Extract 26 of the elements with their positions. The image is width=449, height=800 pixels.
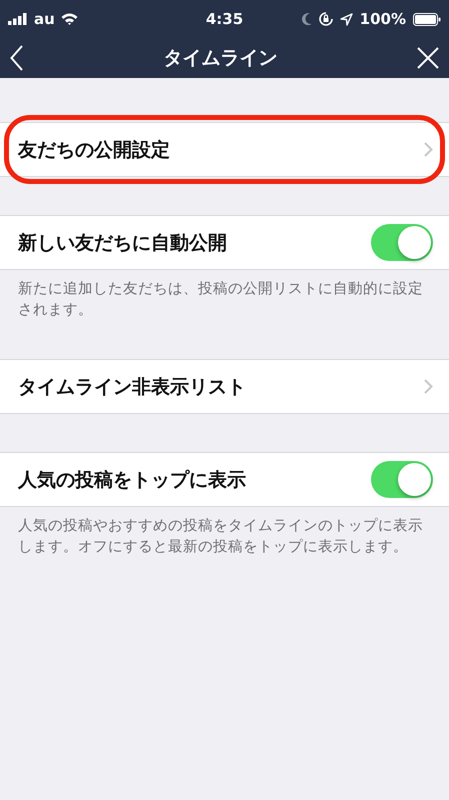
toggle-switch[interactable] [371,224,433,261]
rotation-lock-icon [318,12,333,26]
section-footer: 新たに追加した友だちは、投稿の公開リストに自動的に設定されます。 [0,270,449,322]
moon-icon [302,12,312,26]
location-arrow-icon [340,12,353,26]
toggle-switch[interactable] [371,461,433,498]
settings-row[interactable]: タイムライン非表示リスト [0,359,449,414]
row-label: 友だちの公開設定 [18,138,170,162]
carrier-name: au [34,10,55,28]
row-label: 新しい友だちに自動公開 [18,230,227,256]
section-footer: 人気の投稿やおすすめの投稿をタイムラインのトップに表示します。オフにすると最新の投稿をトップに表示します。 [0,507,449,558]
battery-icon [413,12,441,26]
settings-row[interactable]: 新しい友だちに自動公開 [0,215,449,270]
row-label: タイムライン非表示リスト [18,374,246,400]
settings-row[interactable]: 友だちの公開設定 [0,122,449,177]
row-label: 人気の投稿をトップに表示 [18,468,246,493]
chevron-icon [424,142,433,157]
nav-title: タイムライン [164,46,278,71]
wifi-icon [60,13,78,25]
status-time: 4:35 [206,10,244,28]
settings-row[interactable]: 人気の投稿をトップに表示 [0,452,449,508]
battery-percent: 100% [360,10,406,28]
back-button[interactable] [10,45,24,71]
chevron-icon [424,379,433,394]
close-button[interactable] [417,47,439,69]
signal-icon [8,13,28,25]
